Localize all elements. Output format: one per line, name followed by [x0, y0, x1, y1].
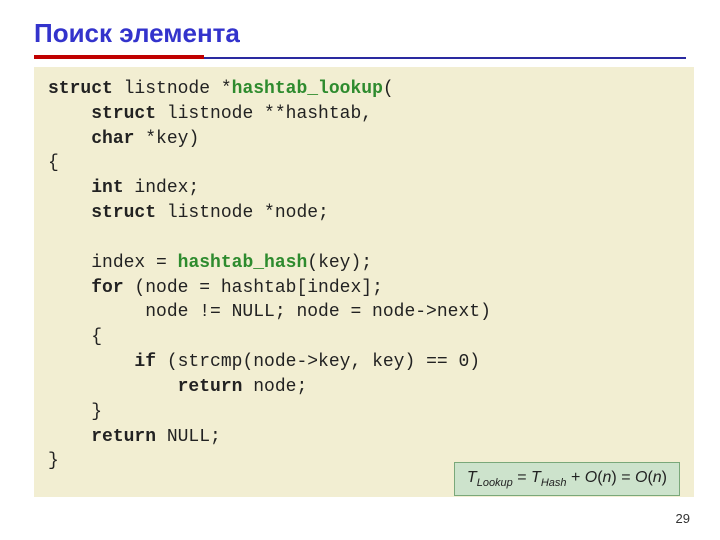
slide-title: Поиск элемента [34, 18, 686, 49]
code-line: { [48, 153, 59, 173]
code-indent [48, 129, 91, 149]
rparen: ) [662, 469, 667, 486]
eq: = [513, 469, 531, 486]
eq: = [617, 469, 635, 486]
code-text: index; [124, 178, 200, 198]
code-indent [48, 253, 91, 273]
code-line: node != NULL; node = node->next) [48, 302, 491, 322]
code-text: (strcmp(node->key, key) == 0) [156, 352, 480, 372]
O-symbol: O [585, 469, 597, 486]
sub-hash: Hash [541, 477, 567, 489]
T-symbol: T [467, 469, 477, 486]
code-indent [48, 377, 178, 397]
code-text: node; [242, 377, 307, 397]
code-line: } [48, 451, 59, 471]
kw-return: return [91, 427, 156, 447]
kw-char: char [91, 129, 134, 149]
O-symbol: O [635, 469, 647, 486]
kw-struct: struct [48, 79, 113, 99]
code-text: listnode *node; [156, 203, 329, 223]
kw-struct: struct [91, 203, 156, 223]
code-indent [48, 278, 91, 298]
code-text: NULL; [156, 427, 221, 447]
n-symbol: n [653, 469, 662, 486]
kw-return: return [178, 377, 243, 397]
kw-int: int [91, 178, 123, 198]
rule-red [34, 55, 204, 59]
code-text: index = [91, 253, 177, 273]
title-underline [34, 55, 686, 59]
page-number: 29 [676, 511, 690, 526]
code-text: listnode * [113, 79, 232, 99]
plus: + [567, 469, 585, 486]
kw-for: for [91, 278, 123, 298]
slide: Поиск элемента struct listnode *hashtab_… [0, 0, 720, 540]
fn-lookup: hashtab_lookup [232, 79, 383, 99]
rule-blue [204, 57, 686, 59]
sub-lookup: Lookup [477, 477, 513, 489]
code-indent [48, 104, 91, 124]
code-indent [48, 178, 91, 198]
code-line: } [48, 402, 102, 422]
fn-hash: hashtab_hash [178, 253, 308, 273]
code-indent [48, 427, 91, 447]
code-text: ( [383, 79, 394, 99]
kw-if: if [134, 352, 156, 372]
code-text: (key); [307, 253, 372, 273]
code-indent [48, 352, 134, 372]
complexity-box: TLookup = THash + O(n) = O(n) [454, 462, 680, 496]
code-indent [48, 203, 91, 223]
code-text: *key) [134, 129, 199, 149]
kw-struct: struct [91, 104, 156, 124]
code-text: listnode **hashtab, [156, 104, 372, 124]
code-line: { [48, 327, 102, 347]
T-symbol: T [531, 469, 541, 486]
code-text: (node = hashtab[index]; [124, 278, 383, 298]
code-block: struct listnode *hashtab_lookup( struct … [34, 67, 694, 497]
